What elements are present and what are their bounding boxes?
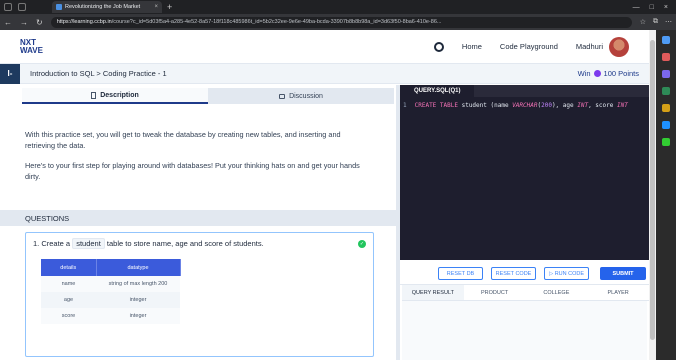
breadcrumb: Introduction to SQL > Coding Practice - … — [30, 69, 167, 78]
description-paragraph: With this practice set, you will get to … — [25, 130, 341, 150]
browser-tab-title: Revolutionizing the Job Market — [65, 4, 141, 10]
column-header: datatype — [96, 259, 181, 276]
search-icon[interactable] — [662, 36, 670, 44]
minimize-button[interactable]: — — [633, 4, 640, 11]
tab-college[interactable]: COLLEGE — [525, 285, 588, 301]
office-icon[interactable] — [662, 104, 670, 112]
collapse-menu-button[interactable]: I- — [0, 63, 20, 84]
tab-player[interactable]: PLAYER — [587, 285, 649, 301]
result-tabs: QUERY RESULT PRODUCT COLLEGE PLAYER — [402, 285, 649, 301]
problem-panel: Description Discussion With this practic… — [0, 85, 396, 360]
result-panel: QUERY RESULT PRODUCT COLLEGE PLAYER — [400, 284, 649, 360]
forward-icon[interactable]: → — [20, 18, 28, 27]
favicon-icon — [56, 4, 62, 10]
tab-product[interactable]: PRODUCT — [463, 285, 526, 301]
nav-code-playground[interactable]: Code Playground — [500, 42, 558, 51]
questions-heading: QUESTIONS — [0, 210, 396, 226]
extensions-icon[interactable]: ⧉ — [653, 18, 658, 26]
browser-tab-bar: Revolutionizing the Job Market × + — □ × — [0, 0, 676, 14]
chat-icon — [279, 93, 286, 99]
result-body — [402, 301, 647, 360]
site-header: NXT WAVE Home Code Playground Madhuri — [0, 30, 649, 64]
new-tab-button[interactable]: + — [167, 2, 172, 12]
table-row: name string of max length 200 — [41, 276, 180, 292]
window-controls: — □ × — [633, 4, 676, 11]
schema-table: details datatype name string of max leng… — [41, 259, 181, 324]
coin-icon — [593, 70, 601, 77]
timer-icon[interactable] — [433, 41, 444, 52]
column-header: details — [41, 259, 97, 276]
editor-actions: RESET DB RESET CODE ▷ RUN CODE SUBMIT — [400, 262, 649, 284]
tab-query-result[interactable]: QUERY RESULT — [402, 285, 464, 301]
nxtwave-logo[interactable]: NXT WAVE — [20, 38, 43, 55]
browser-toolbar-icons: ☆ ⧉ ⋯ — [640, 18, 672, 26]
user-name[interactable]: Madhuri — [576, 42, 603, 51]
document-icon — [91, 91, 97, 99]
page-scrollbar[interactable] — [649, 30, 656, 360]
win-points: Win 100 Points — [578, 69, 639, 78]
url-host: https://learning.ccbp.in — [56, 19, 112, 25]
completed-check-icon: ✓ — [358, 240, 366, 248]
tools-icon[interactable] — [662, 70, 670, 78]
submit-button[interactable]: SUBMIT — [600, 267, 646, 280]
sub-header: I- Introduction to SQL > Coding Practice… — [0, 63, 649, 84]
nav-home[interactable]: Home — [462, 42, 482, 51]
page: NXT WAVE Home Code Playground Madhuri I-… — [0, 30, 649, 360]
table-row: age integer — [41, 292, 180, 308]
header-nav: Home Code Playground Madhuri — [433, 36, 629, 57]
description-paragraph: Here's to your first step for playing ar… — [25, 161, 360, 181]
editor-tab-bar: QUERY.SQL(Q1) — [400, 85, 649, 97]
address-bar-row: ← → ↻ https://learning.ccbp.in/course?c_… — [0, 14, 676, 30]
reload-icon[interactable]: ↻ — [36, 18, 43, 27]
question-card: 1. Create a student table to store name,… — [25, 232, 374, 357]
window-icons — [4, 3, 26, 11]
run-code-button[interactable]: ▷ RUN CODE — [544, 267, 589, 280]
points-value: 100 Points — [603, 69, 639, 78]
question-text: 1. Create a student table to store name,… — [33, 238, 264, 249]
add-app-icon[interactable] — [662, 138, 670, 146]
maximize-button[interactable]: □ — [650, 4, 654, 11]
code-editor[interactable]: QUERY.SQL(Q1) 1 CREATE TABLE student (nam… — [400, 85, 649, 260]
url-field[interactable]: https://learning.ccbp.in/course?c_id=5d0… — [50, 16, 632, 28]
description-text: With this practice set, you will get to … — [25, 129, 365, 191]
table-name-code: student — [72, 238, 105, 249]
tab-actions-icon[interactable] — [18, 3, 26, 11]
close-window-button[interactable]: × — [664, 4, 668, 11]
games-icon[interactable] — [662, 87, 670, 95]
back-icon[interactable]: ← — [4, 18, 12, 27]
avatar[interactable] — [609, 36, 629, 57]
close-tab-icon[interactable]: × — [154, 4, 158, 10]
outlook-icon[interactable] — [662, 121, 670, 129]
profile-icon[interactable] — [4, 3, 12, 11]
tab-description[interactable]: Description — [22, 88, 208, 104]
url-path: /course?c_id=5d03f5a4-a285-4e52-8a57-18f… — [111, 19, 442, 25]
win-label: Win — [577, 69, 591, 78]
code-line[interactable]: 1 CREATE TABLE student (name VARCHAR(200)… — [403, 102, 628, 109]
editor-file-tab[interactable]: QUERY.SQL(Q1) — [400, 85, 475, 97]
scrollbar-thumb[interactable] — [650, 40, 655, 340]
edge-sidebar — [656, 30, 676, 360]
favorites-star-icon[interactable]: ☆ — [640, 18, 646, 26]
line-number: 1 — [403, 102, 407, 109]
left-tabs: Description Discussion — [22, 88, 394, 104]
reset-db-button[interactable]: RESET DB — [438, 267, 483, 280]
table-row: score integer — [41, 308, 180, 324]
browser-tab[interactable]: Revolutionizing the Job Market × — [52, 1, 162, 13]
tab-discussion[interactable]: Discussion — [208, 88, 394, 104]
more-options-icon[interactable]: ⋯ — [665, 18, 672, 26]
reset-code-button[interactable]: RESET CODE — [491, 267, 536, 280]
shopping-icon[interactable] — [662, 53, 670, 61]
